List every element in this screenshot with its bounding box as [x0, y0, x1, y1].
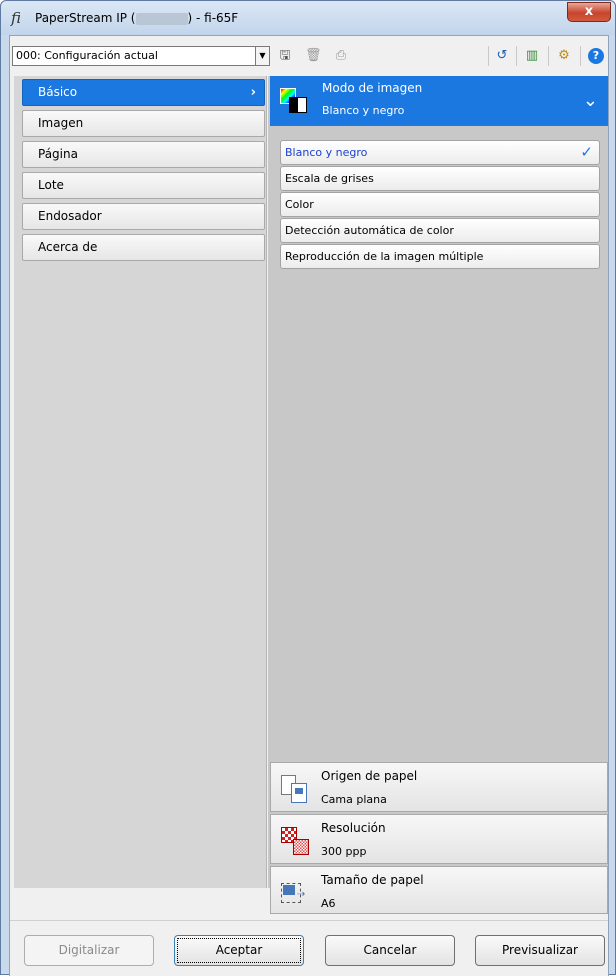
- toolbar-separator: [548, 46, 549, 66]
- ok-button[interactable]: Aceptar: [174, 935, 304, 966]
- window-title-suffix: ) - fi-65F: [187, 11, 239, 25]
- preview-icon[interactable]: ⎙: [333, 48, 349, 64]
- sidebar-nav: Básico › Imagen Página Lote Endosador Ac…: [14, 76, 267, 888]
- image-mode-options: Blanco y negro ✓ Escala de grises Color …: [280, 140, 600, 270]
- save-icon[interactable]: 🖫: [277, 48, 293, 64]
- toolbar-separator: [580, 46, 581, 66]
- sidebar-item-label: Imagen: [38, 116, 84, 130]
- close-icon: x: [584, 4, 594, 19]
- chevron-down-icon: ⌄: [582, 90, 598, 111]
- help-icon[interactable]: ?: [588, 48, 604, 64]
- option-label: Color: [285, 198, 314, 211]
- sidebar-item-pagina[interactable]: Página: [22, 141, 265, 168]
- undo-icon[interactable]: ↺: [494, 48, 510, 64]
- sidebar-item-lote[interactable]: Lote: [22, 172, 265, 199]
- client-area: 000: Configuración actual ▼ 🖫 🗑 ⎙ ↺ ▥ ⚙ …: [9, 35, 609, 976]
- image-mode-header[interactable]: Modo de imagen Blanco y negro ⌄: [270, 76, 608, 126]
- chevron-right-icon: ›: [250, 85, 256, 100]
- reset-icon[interactable]: ▥: [524, 48, 540, 64]
- app-window: fi PaperStream IP ( ) - fi-65F x 000: Con…: [0, 0, 616, 976]
- paper-source-icon: [281, 775, 309, 803]
- sidebar-item-label: Lote: [38, 178, 64, 192]
- sidebar-item-label: Endosador: [38, 209, 102, 223]
- section-value: A6: [321, 897, 336, 910]
- option-label: Escala de grises: [285, 172, 374, 185]
- button-bar: Digitalizar Aceptar Cancelar Previsualiz…: [10, 920, 608, 976]
- toolbar-separator: [488, 46, 489, 66]
- option-color[interactable]: Color: [280, 192, 600, 217]
- sidebar-item-label: Página: [38, 147, 78, 161]
- settings-panel: Modo de imagen Blanco y negro ⌄ Blanco y…: [268, 76, 608, 914]
- paper-size-section[interactable]: ⇢ Tamaño de papel A6: [270, 866, 608, 914]
- image-mode-icon: [280, 88, 308, 114]
- profile-select[interactable]: 000: Configuración actual ▼: [12, 46, 270, 66]
- option-escala-de-grises[interactable]: Escala de grises: [280, 166, 600, 191]
- checkmark-icon: ✓: [580, 143, 593, 161]
- sidebar-item-acerca-de[interactable]: Acerca de: [22, 234, 265, 261]
- section-title: Resolución: [321, 821, 386, 835]
- chevron-down-icon[interactable]: ▼: [255, 47, 269, 65]
- paper-size-icon: ⇢: [281, 879, 309, 907]
- section-title: Tamaño de papel: [321, 873, 424, 887]
- paper-source-section[interactable]: Origen de papel Cama plana: [270, 762, 608, 812]
- sidebar-item-endosador[interactable]: Endosador: [22, 203, 265, 230]
- preview-button[interactable]: Previsualizar: [475, 935, 605, 966]
- close-button[interactable]: x: [567, 2, 611, 22]
- window-title: PaperStream IP ( ) - fi-65F: [35, 11, 238, 25]
- cancel-button[interactable]: Cancelar: [325, 935, 455, 966]
- option-label: Blanco y negro: [285, 146, 368, 159]
- image-mode-title: Modo de imagen: [322, 81, 423, 95]
- section-title: Origen de papel: [321, 769, 418, 783]
- sidebar-item-imagen[interactable]: Imagen: [22, 110, 265, 137]
- app-logo-icon: fi: [11, 9, 22, 27]
- profile-select-value: 000: Configuración actual: [16, 49, 158, 62]
- sidebar-item-basico[interactable]: Básico ›: [22, 79, 265, 106]
- delete-icon[interactable]: 🗑: [305, 48, 322, 64]
- settings-icon[interactable]: ⚙: [556, 48, 572, 64]
- scan-button[interactable]: Digitalizar: [24, 935, 154, 966]
- window-title-prefix: PaperStream IP (: [35, 11, 136, 25]
- option-label: Detección automática de color: [285, 224, 454, 237]
- option-reproduccion-multiple[interactable]: Reproducción de la imagen múltiple: [280, 244, 600, 269]
- redacted-text: [135, 12, 188, 25]
- title-bar[interactable]: fi PaperStream IP ( ) - fi-65F x: [1, 1, 615, 35]
- section-value: Cama plana: [321, 793, 387, 806]
- resolution-section[interactable]: Resolución 300 ppp: [270, 814, 608, 864]
- sidebar-item-label: Básico: [38, 85, 78, 99]
- image-mode-value: Blanco y negro: [322, 104, 405, 117]
- option-label: Reproducción de la imagen múltiple: [285, 250, 484, 263]
- toolbar: 000: Configuración actual ▼ 🖫 🗑 ⎙ ↺ ▥ ⚙ …: [10, 36, 608, 76]
- toolbar-separator: [516, 46, 517, 66]
- section-value: 300 ppp: [321, 845, 367, 858]
- option-blanco-y-negro[interactable]: Blanco y negro ✓: [280, 140, 600, 165]
- option-deteccion-automatica[interactable]: Detección automática de color: [280, 218, 600, 243]
- resolution-icon: [281, 827, 309, 855]
- sidebar-item-label: Acerca de: [38, 240, 98, 254]
